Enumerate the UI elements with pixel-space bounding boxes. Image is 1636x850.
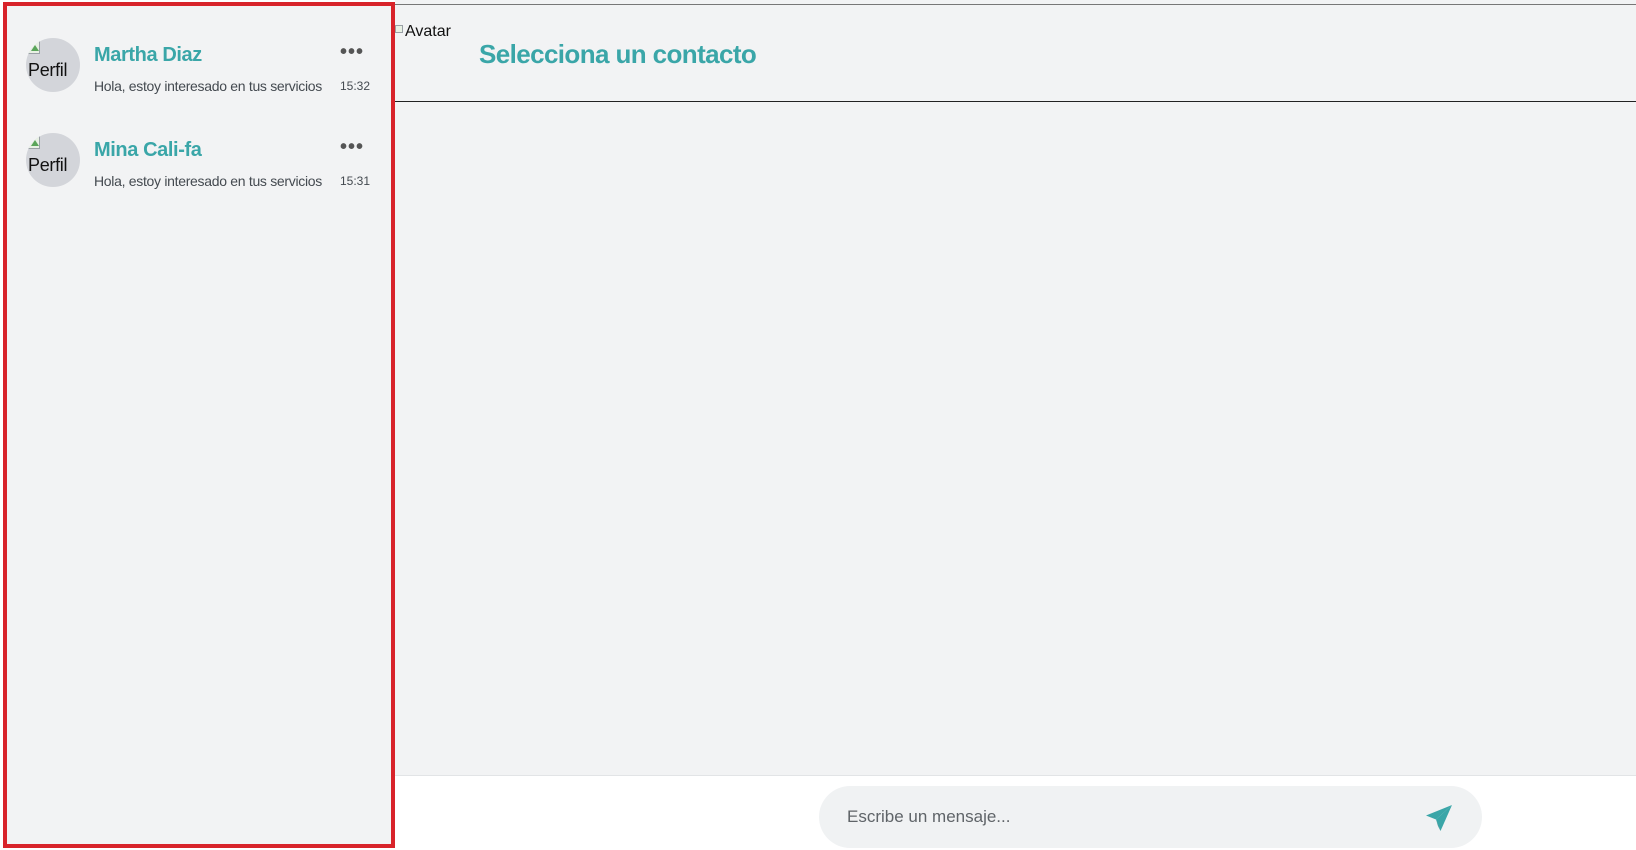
contact-timestamp: 15:31 xyxy=(340,174,371,188)
contact-last-message: Hola, estoy interesado en tus servicios xyxy=(94,173,322,189)
send-button[interactable] xyxy=(1423,802,1455,834)
chat-panel: Avatar Selecciona un contacto xyxy=(395,0,1636,850)
contact-last-message: Hola, estoy interesado en tus servicios xyxy=(94,78,322,94)
chat-title: Selecciona un contacto xyxy=(479,39,757,69)
chat-app: Perfil Martha Diaz Hola, estoy interesad… xyxy=(0,0,1636,850)
broken-image-icon xyxy=(395,25,403,33)
broken-image-icon xyxy=(28,136,40,149)
send-icon xyxy=(1426,805,1452,831)
chat-header: Avatar Selecciona un contacto xyxy=(395,5,1636,102)
message-area xyxy=(395,102,1636,775)
more-options-icon[interactable]: ••• xyxy=(340,42,364,62)
contact-name: Mina Cali-fa xyxy=(94,139,202,161)
more-options-icon[interactable]: ••• xyxy=(340,137,364,157)
avatar-alt-text: Perfil xyxy=(28,155,68,175)
header-avatar: Avatar xyxy=(395,21,455,43)
broken-image-icon xyxy=(28,41,40,54)
avatar-alt-text: Avatar xyxy=(405,23,451,40)
contact-list-sidebar: Perfil Martha Diaz Hola, estoy interesad… xyxy=(3,2,395,848)
contact-name: Martha Diaz xyxy=(94,44,202,66)
contact-avatar: Perfil xyxy=(26,38,80,92)
contact-item-mina-cali-fa[interactable]: Perfil Mina Cali-fa Hola, estoy interesa… xyxy=(26,133,378,195)
contact-item-martha-diaz[interactable]: Perfil Martha Diaz Hola, estoy interesad… xyxy=(26,38,378,100)
message-input-wrapper xyxy=(819,786,1482,848)
avatar-alt-text: Perfil xyxy=(28,60,68,80)
message-composer xyxy=(395,775,1636,850)
message-input[interactable] xyxy=(845,800,1405,834)
contact-avatar: Perfil xyxy=(26,133,80,187)
contact-timestamp: 15:32 xyxy=(340,79,371,93)
